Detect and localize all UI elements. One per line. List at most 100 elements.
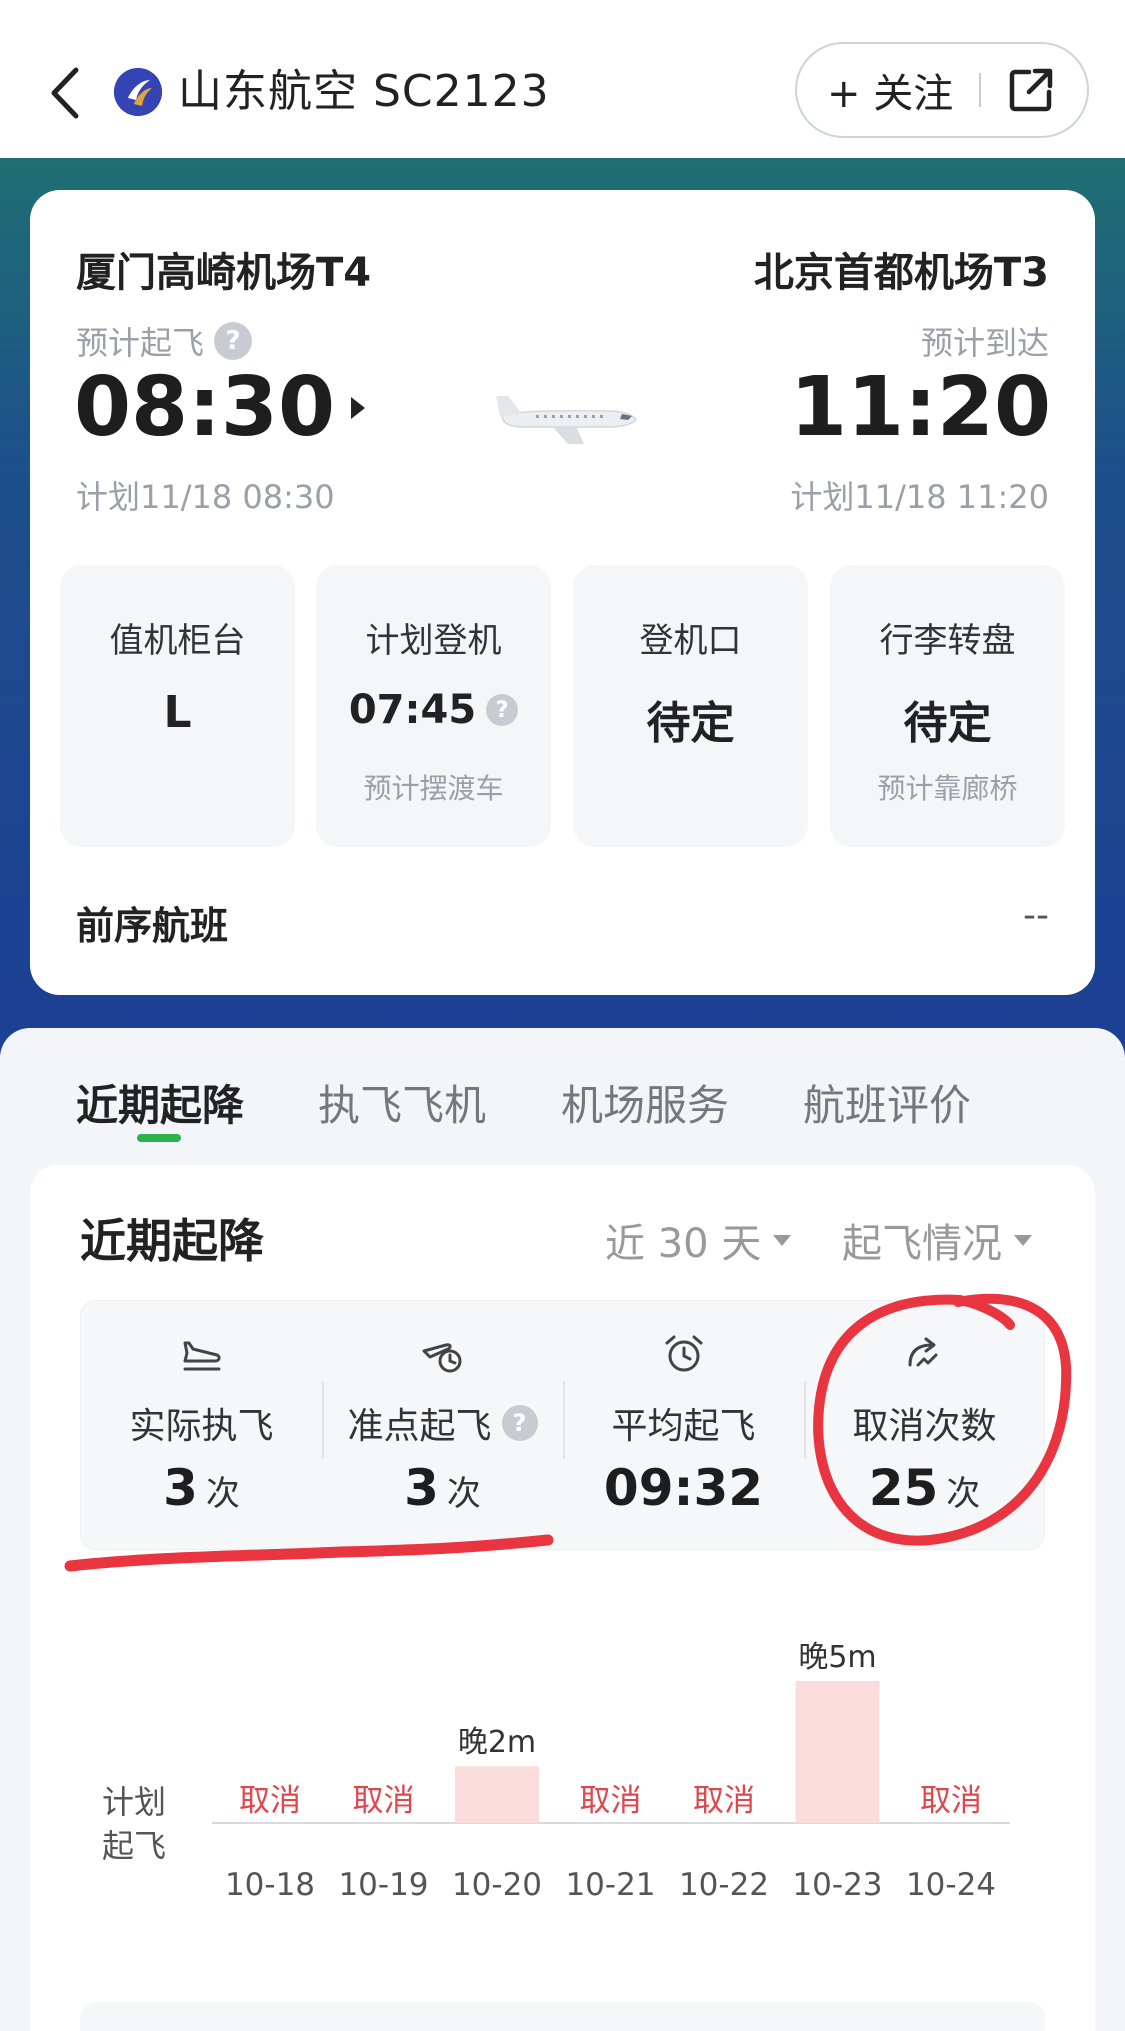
share-button[interactable] bbox=[1007, 66, 1055, 114]
ontime-takeoff-icon bbox=[422, 1343, 462, 1373]
chart-cancel-label: 取消 bbox=[580, 1783, 642, 1819]
chart-bar bbox=[795, 1681, 880, 1823]
boarding-time-value: 07:45 bbox=[348, 687, 477, 733]
back-button[interactable] bbox=[40, 58, 90, 128]
stat-cancellations: 取消次数 25 次 bbox=[804, 1301, 1045, 1551]
chart-x-tick-label: 10-18 bbox=[225, 1867, 315, 1903]
chart-x-tick-label: 10-24 bbox=[906, 1867, 996, 1903]
arrival-time: 11:20 bbox=[789, 360, 1051, 455]
chart-bar bbox=[455, 1766, 539, 1823]
flight-info-card: 厦门高崎机场T4 北京首都机场T3 预计起飞 ? 预计到达 08:30 11:2… bbox=[30, 190, 1095, 995]
chart-x-tick-label: 10-20 bbox=[452, 1867, 542, 1903]
stat-average-takeoff: 平均起飞 09:32 bbox=[563, 1301, 804, 1551]
tab-airport-services[interactable]: 机场服务 bbox=[561, 1072, 729, 1133]
departure-scheduled: 计划11/18 08:30 bbox=[76, 478, 335, 516]
mode-dropdown-label: 起飞情况 bbox=[842, 1221, 1002, 1267]
caret-down-icon bbox=[773, 1234, 792, 1246]
chart-x-tick-label: 10-19 bbox=[338, 1867, 428, 1903]
previous-flight-value: -- bbox=[1023, 895, 1049, 936]
top-nav-bar: 山东航空 SC2123 + 关注 bbox=[0, 0, 1125, 158]
stat-value: 3 次 bbox=[322, 1459, 563, 1517]
tab-flight-reviews[interactable]: 航班评价 bbox=[803, 1072, 971, 1133]
tab-bar: 近期起降 执飞飞机 机场服务 航班评价 bbox=[0, 1028, 1125, 1158]
play-triangle-icon bbox=[351, 396, 366, 419]
stat-actual-flights: 实际执飞 3 次 bbox=[81, 1301, 322, 1551]
stat-label: 平均起飞 bbox=[611, 1406, 756, 1447]
tile-label: 登机口 bbox=[639, 621, 742, 661]
previous-flight-label[interactable]: 前序航班 bbox=[76, 895, 228, 950]
stat-number: 25 bbox=[868, 1459, 939, 1517]
caret-down-icon bbox=[1014, 1234, 1032, 1246]
follow-button[interactable]: + 关注 bbox=[827, 61, 953, 119]
tile-label: 值机柜台 bbox=[109, 621, 246, 661]
tab-recent-flights[interactable]: 近期起降 bbox=[76, 1072, 244, 1133]
help-icon[interactable]: ? bbox=[214, 322, 253, 360]
section-title: 近期起降 bbox=[80, 1214, 264, 1268]
follow-share-pill: + 关注 bbox=[795, 42, 1089, 138]
chart-x-tick-label: 10-22 bbox=[679, 1867, 769, 1903]
range-dropdown-label: 近 30 天 bbox=[605, 1221, 762, 1267]
divider bbox=[979, 73, 982, 107]
chart-plot: 取消 10-18 取消 10-19 晚2m 10-20 取消 10-21 取消 10-22 晚5m 1… bbox=[212, 1640, 1010, 1903]
departure-time: 08:30 bbox=[74, 360, 366, 455]
tile-value: 待定 bbox=[903, 698, 992, 749]
stat-number: 3 bbox=[163, 1459, 198, 1517]
chevron-left-icon bbox=[51, 67, 79, 119]
stat-unit: 次 bbox=[446, 1474, 481, 1514]
chart-x-tick-label: 10-23 bbox=[792, 1867, 882, 1903]
chart-data-label: 晚5m bbox=[798, 1640, 876, 1675]
airplane-icon bbox=[496, 396, 637, 444]
tile-sub: 预计靠廊桥 bbox=[877, 772, 1018, 805]
range-dropdown[interactable]: 近 30 天 bbox=[605, 1211, 792, 1269]
next-section-card bbox=[80, 2002, 1045, 2031]
stat-number: 09:32 bbox=[603, 1459, 764, 1517]
mode-dropdown[interactable]: 起飞情况 bbox=[842, 1211, 1032, 1269]
takeoff-icon bbox=[183, 1341, 221, 1371]
chart-cancel-label: 取消 bbox=[353, 1783, 415, 1819]
tile-boarding-time: 计划登机 07:45 ? 预计摆渡车 bbox=[316, 565, 551, 847]
tile-gate: 登机口 待定 bbox=[573, 565, 808, 847]
departure-status: 预计起飞 ? bbox=[76, 318, 253, 364]
alarm-clock-icon bbox=[665, 1335, 703, 1372]
stats-box: 实际执飞 3 次 准点起飞 ? 3 次 平均起飞 09:32 取消次数 25 次 bbox=[80, 1300, 1045, 1550]
arrival-scheduled: 计划11/18 11:20 bbox=[790, 478, 1049, 516]
stat-ontime-takeoffs: 准点起飞 ? 3 次 bbox=[322, 1301, 563, 1551]
stat-number: 3 bbox=[404, 1459, 439, 1517]
stat-unit: 次 bbox=[205, 1474, 240, 1514]
page-title: 山东航空 SC2123 bbox=[178, 66, 550, 117]
tab-aircraft[interactable]: 执飞飞机 bbox=[318, 1072, 486, 1133]
tile-sub: 预计摆渡车 bbox=[363, 772, 504, 805]
stat-value: 25 次 bbox=[804, 1459, 1045, 1517]
chart-cancel-label: 取消 bbox=[920, 1783, 982, 1819]
active-tab-indicator bbox=[137, 1134, 181, 1142]
help-icon[interactable]: ? bbox=[501, 1405, 538, 1441]
help-icon[interactable]: ? bbox=[486, 694, 519, 726]
tile-label: 行李转盘 bbox=[879, 621, 1016, 661]
departure-status-label: 预计起飞 bbox=[76, 324, 205, 362]
departure-time-value: 08:30 bbox=[74, 360, 336, 455]
departure-airport: 厦门高崎机场T4 bbox=[76, 250, 372, 296]
stat-label: 取消次数 bbox=[852, 1406, 997, 1447]
arrival-airport: 北京首都机场T3 bbox=[753, 250, 1049, 296]
chart-cancel-label: 取消 bbox=[693, 1783, 755, 1819]
stat-unit: 次 bbox=[946, 1474, 981, 1514]
airline-logo bbox=[114, 68, 162, 116]
stat-value: 3 次 bbox=[81, 1459, 322, 1517]
tile-value: 待定 bbox=[646, 698, 735, 749]
arrival-status-label: 预计到达 bbox=[920, 324, 1049, 362]
info-tiles: 值机柜台 L 计划登机 07:45 ? 预计摆渡车 登机口 待定 行李转盘 待定… bbox=[60, 565, 1065, 847]
chart-data-label: 晚2m bbox=[458, 1725, 536, 1760]
stat-label: 实际执飞 bbox=[129, 1406, 274, 1447]
recent-takeoff-chart: 计划 起飞 取消 10-18 取消 10-19 晚2m 10-20 取消 10-21 取消 10-… bbox=[80, 1605, 1040, 1905]
return-arrow-icon bbox=[908, 1337, 938, 1367]
tile-baggage-carousel: 行李转盘 待定 预计靠廊桥 bbox=[830, 565, 1065, 847]
stat-label: 准点起飞 ? bbox=[322, 1397, 563, 1449]
stat-value: 09:32 bbox=[563, 1459, 804, 1517]
tile-value: L bbox=[163, 687, 192, 738]
tile-checkin-counter: 值机柜台 L bbox=[60, 565, 295, 847]
stat-label-text: 准点起飞 bbox=[347, 1406, 492, 1447]
tile-value: 07:45 ? bbox=[316, 687, 551, 733]
chart-cancel-label: 取消 bbox=[239, 1783, 301, 1819]
share-icon bbox=[1009, 68, 1053, 112]
chart-x-tick-label: 10-21 bbox=[565, 1867, 655, 1903]
